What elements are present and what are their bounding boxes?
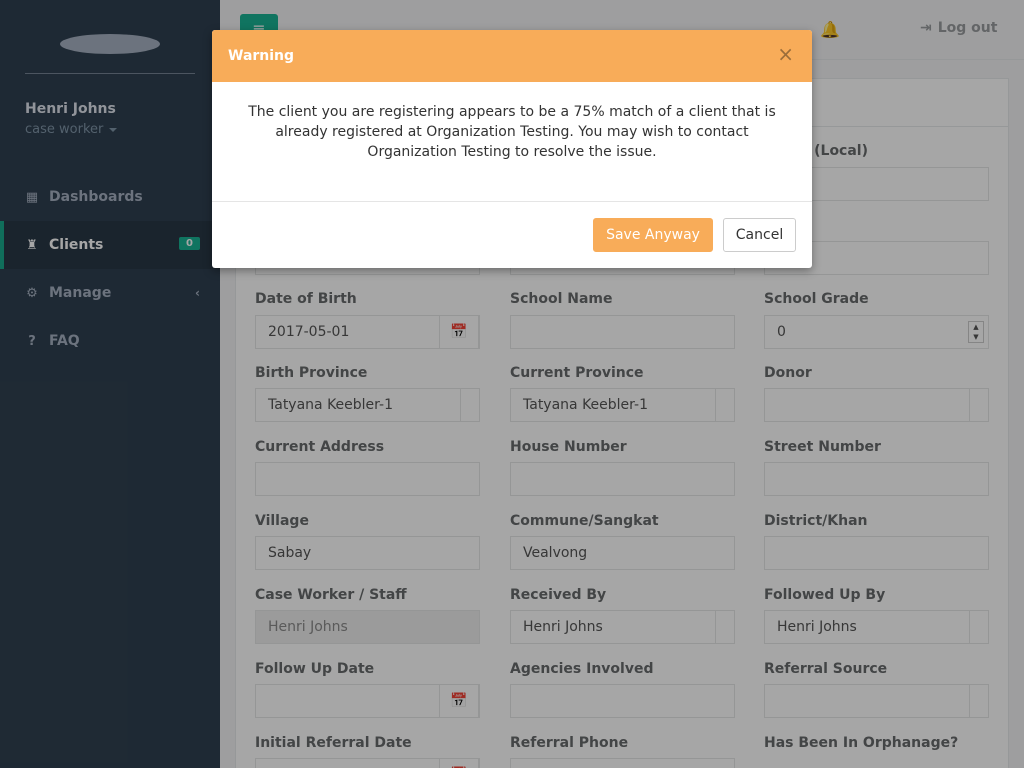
modal-body: The client you are registering appears t… bbox=[212, 82, 812, 202]
warning-modal: Warning × The client you are registering… bbox=[212, 30, 812, 268]
save-anyway-button[interactable]: Save Anyway bbox=[593, 218, 713, 252]
cancel-button[interactable]: Cancel bbox=[723, 218, 796, 252]
modal-footer: Save Anyway Cancel bbox=[212, 202, 812, 268]
modal-message: The client you are registering appears t… bbox=[248, 104, 776, 160]
modal-header: Warning × bbox=[212, 30, 812, 82]
close-icon[interactable]: × bbox=[777, 44, 794, 64]
modal-title: Warning bbox=[228, 48, 295, 64]
